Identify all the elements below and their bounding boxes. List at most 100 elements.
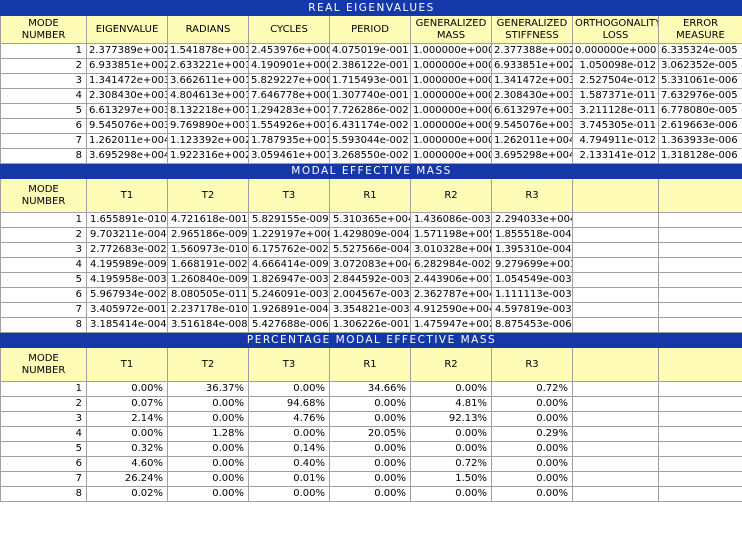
percent-value-cell: 0.00% (491, 411, 573, 427)
percent-value-cell: 0.00% (329, 441, 411, 457)
percent-value-cell: 94.68% (248, 396, 330, 412)
eigen-column-header[interactable]: ORTHOGONALITY LOSS (572, 15, 659, 44)
modal-value-cell: 1.826947e-003 (248, 272, 330, 288)
eigen-value-cell: 0.000000e+000 (572, 43, 659, 59)
percent-section-title-row: PERCENTAGE MODAL EFFECTIVE MASS (0, 332, 742, 348)
modal-column-header[interactable]: T2 (167, 178, 249, 213)
percent-value-cell (657, 456, 742, 472)
eigen-value-cell: 3.059461e+001 (248, 148, 330, 164)
column-header-text: ORTHOGONALITY (575, 17, 659, 29)
table-row[interactable]: 1 2.377389e+002 1.541878e+001 2.453976e+000… (0, 43, 742, 59)
modal-value-cell: 2.004567e-003 (329, 287, 411, 303)
table-row[interactable]: 1 1.655891e-010 4.721618e-001 5.829155e-009… (0, 212, 742, 228)
modal-value-cell (657, 242, 742, 258)
modal-value-cell (657, 287, 742, 303)
eigen-value-cell: 1.000000e+000 (410, 133, 492, 149)
column-header-text: MODE (28, 352, 59, 364)
percent-value-cell: 0.00% (491, 486, 573, 502)
column-header-text: GENERALIZED (496, 17, 568, 29)
percent-value-cell: 2.14% (86, 411, 168, 427)
modal-column-header[interactable] (572, 178, 659, 213)
table-row[interactable]: 3 2.772683e-002 1.560973e-010 6.175762e-002… (0, 242, 742, 258)
eigen-value-cell: 2.377388e+002 (491, 43, 573, 59)
modal-value-cell: 4.597819e-003 (491, 302, 573, 318)
results-table: REAL EIGENVALUES MODE NUMBER EIGENVALUE RADI… (0, 0, 742, 502)
eigen-value-cell: 3.062352e-005 (657, 58, 742, 74)
table-row[interactable]: 7 3.405972e-001 2.237178e-010 1.926891e-004… (0, 302, 742, 318)
modal-column-header[interactable]: R1 (329, 178, 411, 213)
eigen-column-header[interactable]: ERROR MEASURE (657, 15, 742, 44)
eigen-value-cell: 9.545076e+003 (491, 118, 573, 134)
modal-column-header[interactable]: R2 (410, 178, 492, 213)
eigen-column-header[interactable]: CYCLES (248, 15, 330, 44)
modal-column-header[interactable] (657, 178, 742, 213)
table-row[interactable]: 3 1.341472e+003 3.662611e+001 5.829227e+000… (0, 73, 742, 89)
table-row[interactable]: 3 2.14% 0.00% 4.76% 0.00% 92.13% 0.00% (0, 411, 742, 427)
mode-number-cell: 5 (0, 441, 87, 457)
eigen-value-cell: 1.715493e-001 (329, 73, 411, 89)
table-row[interactable]: 2 9.703211e-004 2.965186e-009 1.229197e+000… (0, 227, 742, 243)
eigen-column-header[interactable]: EIGENVALUE (86, 15, 168, 44)
table-row[interactable]: 7 1.262011e+004 1.123392e+002 1.787935e+001… (0, 133, 742, 149)
modal-column-header[interactable]: MODE NUMBER (0, 178, 87, 213)
eigen-column-header[interactable]: GENERALIZED STIFFNESS (491, 15, 573, 44)
mode-number-cell: 8 (0, 317, 87, 333)
table-row[interactable]: 2 6.933851e+002 2.633221e+001 4.190901e+000… (0, 58, 742, 74)
modal-value-cell: 5.427688e-006 (248, 317, 330, 333)
modal-value-cell: 4.195989e-009 (86, 257, 168, 273)
percent-column-header[interactable]: R1 (329, 347, 411, 382)
table-row[interactable]: 8 3.185414e-004 3.516184e-008 5.427688e-006… (0, 317, 742, 333)
table-row[interactable]: 6 9.545076e+003 9.769890e+001 1.554926e+001… (0, 118, 742, 134)
column-header-text: T1 (120, 189, 134, 201)
modal-value-cell: 1.926891e-004 (248, 302, 330, 318)
eigen-column-header[interactable]: PERIOD (329, 15, 411, 44)
table-row[interactable]: 8 0.02% 0.00% 0.00% 0.00% 0.00% 0.00% (0, 486, 742, 502)
percent-value-cell: 0.00% (410, 486, 492, 502)
percent-column-header[interactable]: R2 (410, 347, 492, 382)
mode-number-cell: 3 (0, 73, 87, 89)
table-row[interactable]: 4 4.195989e-009 1.668191e-002 4.666414e-009… (0, 257, 742, 273)
eigen-value-cell: 5.593044e-002 (329, 133, 411, 149)
percent-column-header[interactable]: R3 (491, 347, 573, 382)
table-row[interactable]: 5 4.195958e-003 1.260840e-009 1.826947e-003… (0, 272, 742, 288)
modal-value-cell: 1.855518e-004 (491, 227, 573, 243)
percent-value-cell: 0.40% (248, 456, 330, 472)
table-row[interactable]: 5 6.613297e+003 8.132218e+001 1.294283e+001… (0, 103, 742, 119)
mode-number-cell: 4 (0, 426, 87, 442)
table-row[interactable]: 8 3.695298e+004 1.922316e+002 3.059461e+001… (0, 148, 742, 164)
eigen-value-cell: 3.695298e+004 (491, 148, 573, 164)
modal-column-header[interactable]: T1 (86, 178, 168, 213)
percent-column-header[interactable]: MODE NUMBER (0, 347, 87, 382)
percent-column-header[interactable] (657, 347, 742, 382)
percent-value-cell: 0.32% (86, 441, 168, 457)
table-row[interactable]: 4 2.308430e+003 4.804613e+001 7.646778e+000… (0, 88, 742, 104)
eigen-value-cell: 3.268550e-002 (329, 148, 411, 164)
percent-column-header[interactable] (572, 347, 659, 382)
table-row[interactable]: 6 5.967934e-002 8.080505e-011 5.246091e-003… (0, 287, 742, 303)
modal-value-cell: 3.072083e+004 (329, 257, 411, 273)
percent-column-header[interactable]: T3 (248, 347, 330, 382)
modal-column-header[interactable]: T3 (248, 178, 330, 213)
percent-column-header[interactable]: T1 (86, 347, 168, 382)
eigen-column-header[interactable]: GENERALIZED MASS (410, 15, 492, 44)
table-row[interactable]: 6 4.60% 0.00% 0.40% 0.00% 0.72% 0.00% (0, 456, 742, 472)
mode-number-cell: 5 (0, 103, 87, 119)
table-row[interactable]: 1 0.00% 36.37% 0.00% 34.66% 0.00% 0.72% (0, 381, 742, 397)
modal-value-cell: 3.010328e+006 (410, 242, 492, 258)
table-row[interactable]: 4 0.00% 1.28% 0.00% 20.05% 0.00% 0.29% (0, 426, 742, 442)
modal-column-header[interactable]: R3 (491, 178, 573, 213)
table-row[interactable]: 5 0.32% 0.00% 0.14% 0.00% 0.00% 0.00% (0, 441, 742, 457)
eigen-column-header[interactable]: RADIANS (167, 15, 249, 44)
eigen-section-title: REAL EIGENVALUES (0, 0, 742, 16)
percent-column-header[interactable]: T2 (167, 347, 249, 382)
table-row[interactable]: 2 0.07% 0.00% 94.68% 0.00% 4.81% 0.00% (0, 396, 742, 412)
modal-value-cell (657, 212, 742, 228)
mode-number-cell: 4 (0, 257, 87, 273)
percent-value-cell: 0.00% (167, 396, 249, 412)
table-row[interactable]: 7 26.24% 0.00% 0.01% 0.00% 1.50% 0.00% (0, 471, 742, 487)
modal-value-cell (572, 272, 659, 288)
modal-value-cell: 1.668191e-002 (167, 257, 249, 273)
eigen-column-header[interactable]: MODE NUMBER (0, 15, 87, 44)
eigen-value-cell: 1.554926e+001 (248, 118, 330, 134)
modal-value-cell (572, 227, 659, 243)
